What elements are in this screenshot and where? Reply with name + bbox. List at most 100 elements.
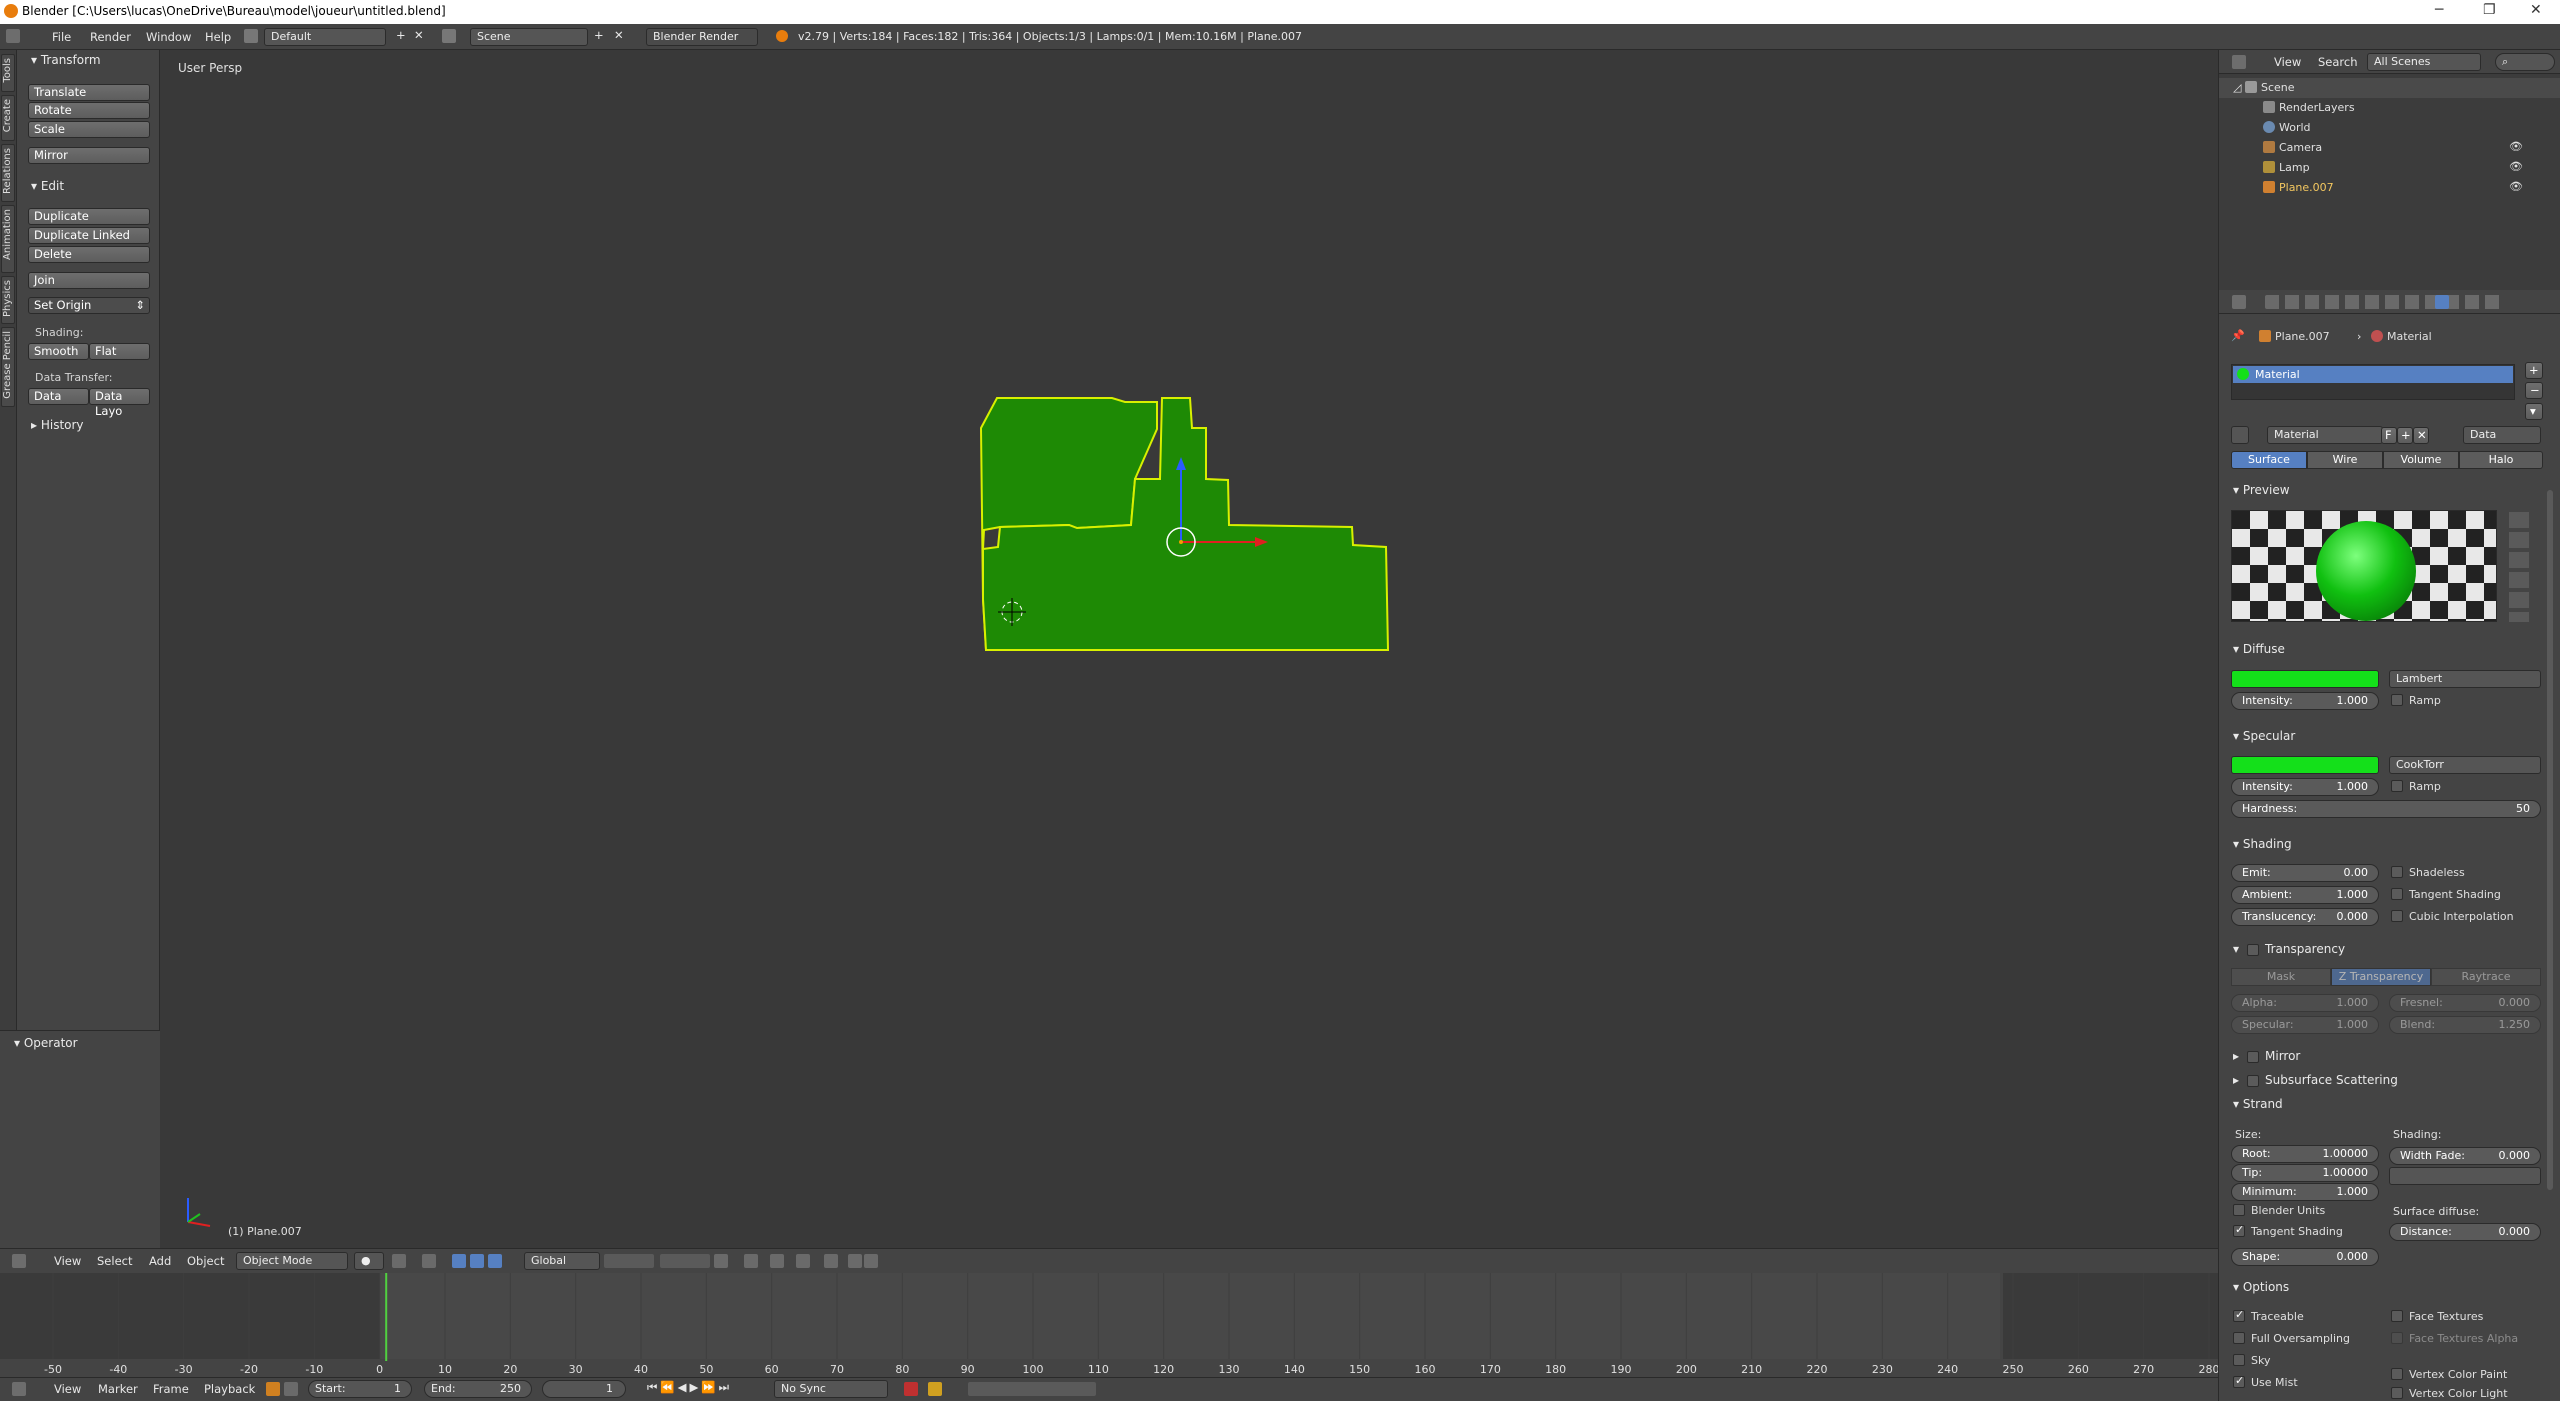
operator-panel-header[interactable]: ▾ Operator <box>14 1036 78 1050</box>
blend-field[interactable]: Blend: 1.250 <box>2389 1016 2541 1034</box>
distance-field[interactable]: Distance: 0.000 <box>2389 1223 2541 1241</box>
material-slot-row[interactable]: Material <box>2233 366 2513 383</box>
fresnel-field[interactable]: Fresnel: 0.000 <box>2389 994 2541 1012</box>
outliner-item-world[interactable]: World <box>2219 118 2560 138</box>
width-fade-field[interactable]: Width Fade: 0.000 <box>2389 1147 2541 1165</box>
fake-user-button[interactable]: F <box>2381 427 2397 444</box>
diffuse-shader-dropdown[interactable]: Lambert <box>2389 670 2541 688</box>
lock-range-icon[interactable] <box>284 1382 298 1396</box>
transform-panel-header[interactable]: ▾ Transform <box>31 53 101 67</box>
material-browse-icon[interactable] <box>2231 426 2249 444</box>
remove-slot-button[interactable]: − <box>2525 382 2543 399</box>
data-layout-button[interactable]: Data Layo <box>89 388 150 418</box>
history-panel-header[interactable]: ▸ History <box>31 418 84 432</box>
playback-controls[interactable]: ⏮⏪◀▶⏩⏭ <box>647 1380 732 1395</box>
scene-selector[interactable]: Scene <box>470 28 588 46</box>
visibility-icon[interactable]: 👁 <box>2509 180 2523 193</box>
delete-button[interactable]: Delete <box>28 246 150 263</box>
scale-button[interactable]: Scale <box>28 121 150 138</box>
add-slot-button[interactable]: + <box>2525 362 2543 379</box>
traceable-checkbox[interactable] <box>2233 1308 2245 1322</box>
editor-type-icon[interactable] <box>6 29 20 43</box>
end-frame-field[interactable]: End: 250 <box>424 1380 532 1398</box>
outliner-item-plane[interactable]: Plane.007 👁 <box>2219 178 2560 198</box>
pin-icon[interactable]: 📌 <box>2231 329 2245 342</box>
menu-add[interactable]: Add <box>149 1254 171 1268</box>
specular-ramp-checkbox[interactable] <box>2391 780 2403 792</box>
screen-layout-icon[interactable] <box>244 29 258 43</box>
snap-icon[interactable] <box>744 1254 758 1268</box>
emit-field[interactable]: Emit: 0.00 <box>2231 864 2379 882</box>
menu-frame[interactable]: Frame <box>153 1382 189 1396</box>
keying-set-icon[interactable] <box>266 1382 280 1396</box>
menu-view[interactable]: View <box>54 1382 81 1396</box>
timeline[interactable]: -50 -40 -30 -20 -10 0 10 20 30 40 50 60 70 80 90 100 110… <box>0 1273 2218 1385</box>
outliner-display-mode[interactable]: All Scenes <box>2367 53 2481 71</box>
visibility-icon[interactable]: 👁 <box>2509 140 2523 153</box>
root-field[interactable]: Root: 1.00000 <box>2231 1145 2379 1163</box>
mirror-button[interactable]: Mirror <box>28 147 150 164</box>
tab-physics[interactable]: Physics <box>1 276 15 324</box>
transparency-checkbox[interactable] <box>2247 944 2259 956</box>
layers-icon-2[interactable] <box>660 1254 710 1268</box>
add-scene-icon[interactable]: + <box>594 28 604 42</box>
record-icon[interactable] <box>904 1382 918 1396</box>
outliner-item-renderlayers[interactable]: RenderLayers <box>2219 98 2560 118</box>
material-slot-list[interactable]: Material <box>2231 364 2515 400</box>
slot-specials-button[interactable]: ▾ <box>2525 403 2543 420</box>
edit-panel-header[interactable]: ▾ Edit <box>31 179 64 193</box>
mirror-panel-header[interactable]: ▸ <box>2233 1049 2239 1063</box>
tab-surface[interactable]: Surface <box>2231 451 2307 469</box>
editor-type-icon[interactable] <box>12 1382 26 1396</box>
remove-layout-icon[interactable]: ✕ <box>414 28 424 42</box>
outliner-item-scene[interactable]: ◿ Scene <box>2219 78 2560 98</box>
manipulator-toggle-icon[interactable] <box>422 1254 436 1268</box>
preview-type-buttons[interactable] <box>2509 512 2529 622</box>
mirror-checkbox[interactable] <box>2247 1051 2259 1063</box>
visibility-icon[interactable]: 👁 <box>2509 160 2523 173</box>
face-textures-checkbox[interactable] <box>2391 1310 2403 1322</box>
outliner-search-input[interactable]: ⌕ <box>2495 53 2555 71</box>
material-name-field[interactable]: Material <box>2267 426 2383 444</box>
editor-type-icon[interactable] <box>2232 55 2246 69</box>
properties-scrollbar[interactable] <box>2547 490 2553 1190</box>
join-button[interactable]: Join <box>28 272 150 289</box>
preview-panel-header[interactable]: ▾ Preview <box>2233 483 2290 497</box>
translucency-field[interactable]: Translucency: 0.000 <box>2231 908 2379 926</box>
layout-selector[interactable]: Default <box>264 28 386 46</box>
outliner-item-lamp[interactable]: Lamp 👁 <box>2219 158 2560 178</box>
opengl-render-icon[interactable] <box>824 1254 838 1268</box>
menu-playback[interactable]: Playback <box>204 1382 255 1396</box>
snap-target-icon[interactable] <box>796 1254 810 1268</box>
specular-panel-header[interactable]: ▾ Specular <box>2233 729 2295 743</box>
transparency-mask[interactable]: Mask <box>2231 968 2331 986</box>
menu-view[interactable]: View <box>2274 55 2301 69</box>
rotate-button[interactable]: Rotate <box>28 102 150 119</box>
scale-manipulator-icon[interactable] <box>488 1254 502 1268</box>
material-tab-icon[interactable] <box>2435 295 2449 309</box>
tab-grease-pencil[interactable]: Grease Pencil <box>1 327 15 407</box>
minimize-icon[interactable]: ─ <box>2435 2 2443 18</box>
data-transfer-button[interactable]: Data <box>28 388 89 405</box>
sss-checkbox[interactable] <box>2247 1075 2259 1087</box>
transparency-panel-header[interactable]: ▾ <box>2233 942 2239 956</box>
mode-dropdown[interactable]: Object Mode <box>236 1252 348 1270</box>
duplicate-button[interactable]: Duplicate <box>28 208 150 225</box>
flat-button[interactable]: Flat <box>89 343 150 360</box>
properties-context-tabs[interactable] <box>2265 295 2505 309</box>
menu-window[interactable]: Window <box>146 30 191 44</box>
use-mist-checkbox[interactable] <box>2233 1374 2245 1388</box>
specular-color-swatch[interactable] <box>2231 756 2379 774</box>
translate-manipulator-icon[interactable] <box>452 1254 466 1268</box>
options-panel-header[interactable]: ▾ Options <box>2233 1280 2289 1294</box>
vertex-color-light-checkbox[interactable] <box>2391 1387 2403 1399</box>
current-frame-field[interactable]: 1 <box>542 1380 626 1398</box>
specular-alpha-field[interactable]: Specular: 1.000 <box>2231 1016 2379 1034</box>
3d-viewport[interactable]: User Persp (1) Plane.007 <box>160 50 2218 1248</box>
render-engine-dropdown[interactable]: Blender Render <box>646 28 758 46</box>
vertex-color-paint-checkbox[interactable] <box>2391 1368 2403 1380</box>
shadeless-checkbox[interactable] <box>2391 866 2403 878</box>
alpha-field[interactable]: Alpha: 1.000 <box>2231 994 2379 1012</box>
pivot-icon[interactable] <box>392 1254 406 1268</box>
opengl-anim-icon[interactable] <box>848 1254 862 1268</box>
